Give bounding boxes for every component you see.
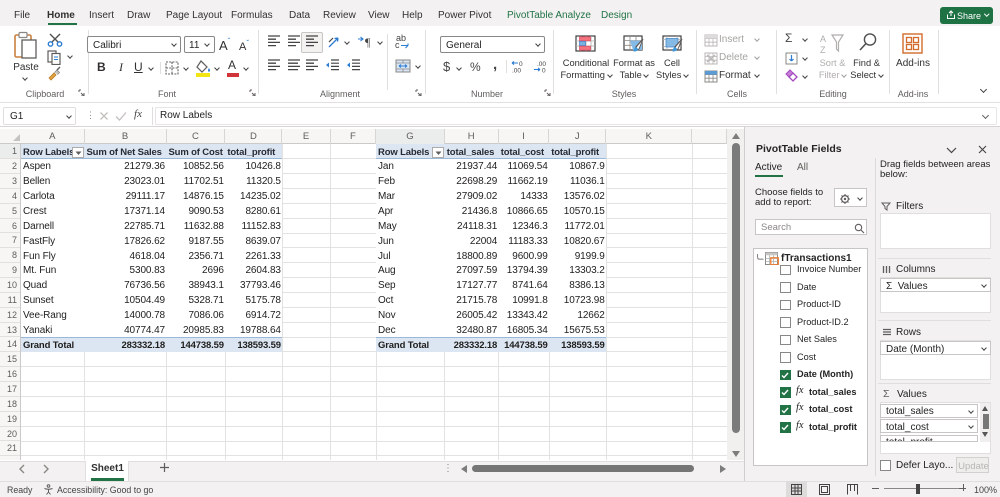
svg-text:Z: Z <box>820 45 826 55</box>
svg-text:c: c <box>395 40 400 49</box>
svg-text:¶: ¶ <box>365 35 371 48</box>
svg-text:0: 0 <box>542 68 546 74</box>
svg-text:A: A <box>820 34 826 44</box>
svg-text:.00: .00 <box>512 68 521 74</box>
